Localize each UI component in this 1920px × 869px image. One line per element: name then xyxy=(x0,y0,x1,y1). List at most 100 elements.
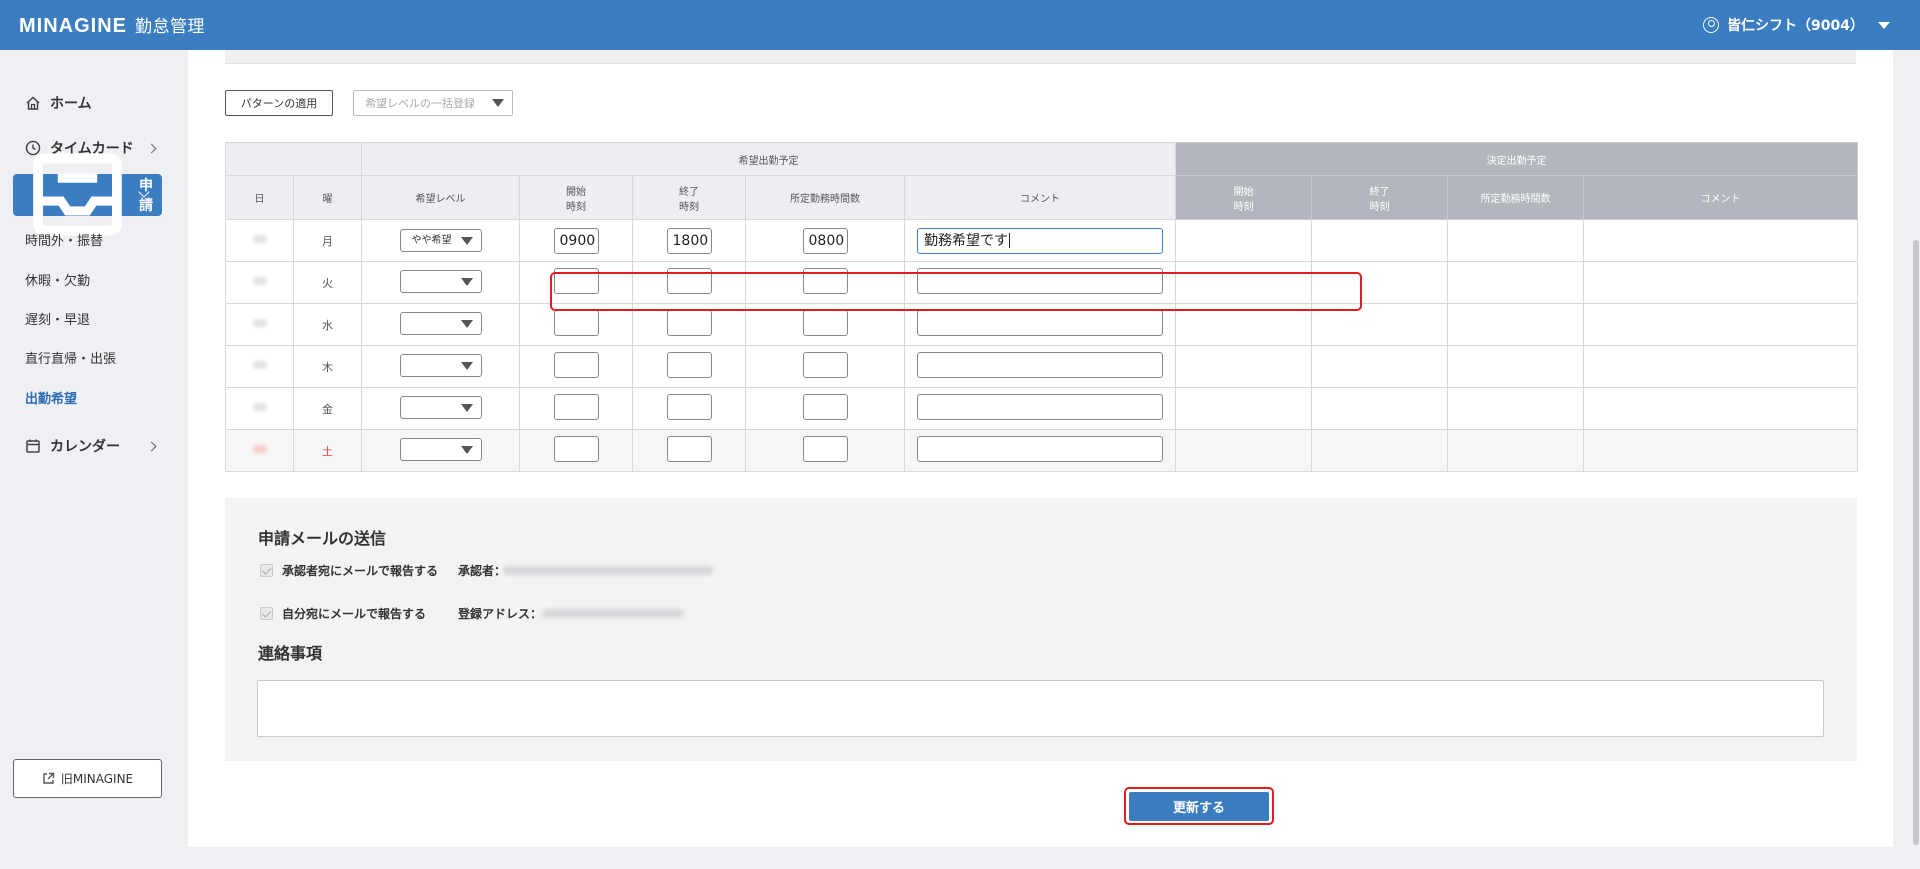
comment-input[interactable] xyxy=(917,268,1164,294)
end-cell xyxy=(632,261,746,304)
approver-mail-checkbox[interactable]: 承認者宛にメールで報告する xyxy=(260,562,438,579)
level-select[interactable]: やや希望 xyxy=(399,229,482,252)
shift-wish-table: 希望出勤予定 決定出勤予定 日 曜 希望レベル 開始 時刻 終了 時刻 所定勤務時間… xyxy=(225,142,1859,472)
end-time-input[interactable] xyxy=(666,436,712,462)
hours-input[interactable] xyxy=(802,310,848,336)
col-header-decided-start-line2: 時刻 xyxy=(1233,201,1254,213)
sidebar-item-label: カレンダー xyxy=(50,439,120,455)
start-time-input[interactable] xyxy=(553,394,599,420)
day-blurred xyxy=(252,319,267,327)
end-time-input[interactable] xyxy=(666,394,712,420)
dropdown-arrow-icon xyxy=(460,403,473,412)
level-cell xyxy=(361,387,520,430)
end-time-input[interactable] xyxy=(666,268,712,294)
start-time-input[interactable] xyxy=(553,436,599,462)
end-time-input[interactable] xyxy=(666,310,712,336)
hours-input[interactable] xyxy=(802,268,848,294)
level-select[interactable] xyxy=(399,353,482,377)
comment-input[interactable] xyxy=(917,310,1164,336)
start-cell xyxy=(519,261,633,304)
sidebar-subitem-leave[interactable]: 休暇・欠勤 xyxy=(25,270,90,289)
app-name: 勤怠管理 xyxy=(135,17,205,37)
level-cell xyxy=(361,303,520,346)
level-select[interactable] xyxy=(399,437,482,461)
apply-pattern-button[interactable]: パターンの適用 xyxy=(225,90,333,116)
notes-textarea[interactable] xyxy=(257,680,1824,737)
app-brand[interactable]: MINAGINE 勤怠管理 xyxy=(19,12,205,38)
self-address-blurred xyxy=(542,609,684,618)
level-cell xyxy=(361,429,520,472)
col-header-hours: 所定勤務時間数 xyxy=(745,175,905,220)
sidebar-subitem-direct[interactable]: 直行直帰・出張 xyxy=(25,348,116,367)
end-time-input[interactable] xyxy=(666,352,712,378)
decided-start-cell xyxy=(1175,429,1313,472)
group-header-wish: 希望出勤予定 xyxy=(360,142,1177,176)
hours-cell: 0800 xyxy=(745,219,905,262)
scrollbar-thumb[interactable] xyxy=(1913,240,1919,845)
table-row: 火 xyxy=(225,261,1859,304)
dow-cell: 火 xyxy=(293,261,362,304)
comment-input-value: 勤務希望です xyxy=(924,232,1009,249)
home-icon xyxy=(26,96,40,110)
day-blurred xyxy=(252,235,267,243)
sidebar: ホーム タイムカード 申請 時間外・振替 休暇・欠勤 遅刻・早退 直行直帰・出張… xyxy=(0,50,185,869)
decided-end-cell xyxy=(1311,261,1449,304)
user-menu[interactable]: 皆仁シフト（9004） xyxy=(1703,0,1890,50)
col-header-start-line1: 開始 xyxy=(566,186,586,198)
table-row: 金 xyxy=(225,387,1859,430)
level-select[interactable] xyxy=(399,269,482,293)
main-panel: パターンの適用 希望レベルの一括登録 希望出勤予定 決定出勤予定 日 曜 希望レ… xyxy=(188,50,1893,847)
comment-input[interactable] xyxy=(917,352,1164,378)
logo: MINAGINE xyxy=(19,15,127,37)
dow-cell: 金 xyxy=(293,387,362,430)
hours-input[interactable] xyxy=(802,436,848,462)
day-blurred xyxy=(252,361,267,369)
start-time-input[interactable]: 0900 xyxy=(553,227,599,254)
sidebar-subitem-shift-wish[interactable]: 出勤希望 xyxy=(25,388,77,407)
self-mail-checkbox[interactable]: 自分宛にメールで報告する xyxy=(260,605,426,622)
old-minagine-link[interactable]: 旧MINAGINE xyxy=(13,759,162,798)
day-cell xyxy=(225,303,294,346)
end-cell xyxy=(632,387,746,430)
col-header-end: 終了 時刻 xyxy=(632,175,746,220)
level-select[interactable] xyxy=(399,395,482,419)
hours-input[interactable]: 0800 xyxy=(802,227,848,254)
start-cell xyxy=(519,345,633,388)
dow-cell: 土 xyxy=(293,429,362,472)
update-button[interactable]: 更新する xyxy=(1129,792,1269,821)
col-header-decided-start-line1: 開始 xyxy=(1233,186,1254,198)
hours-input[interactable] xyxy=(802,352,848,378)
approver-label: 承認者： xyxy=(458,564,507,578)
decided-start-cell xyxy=(1175,387,1313,430)
start-time-input[interactable] xyxy=(553,268,599,294)
decided-end-cell xyxy=(1311,303,1449,346)
sidebar-subitem-overtime[interactable]: 時間外・振替 xyxy=(25,230,103,249)
end-time-input[interactable]: 1800 xyxy=(666,227,712,254)
start-cell xyxy=(519,387,633,430)
sidebar-subitem-late[interactable]: 遅刻・早退 xyxy=(25,309,90,328)
comment-cell xyxy=(903,345,1177,388)
start-time-input[interactable] xyxy=(553,310,599,336)
comment-input[interactable]: 勤務希望です xyxy=(917,227,1164,254)
checkbox-icon xyxy=(260,607,273,620)
top-header: MINAGINE 勤怠管理 皆仁シフト（9004） xyxy=(0,0,1920,50)
start-time-input[interactable] xyxy=(553,352,599,378)
sidebar-item-home[interactable]: ホーム xyxy=(25,93,160,113)
bulk-level-select[interactable]: 希望レベルの一括登録 xyxy=(353,90,513,116)
sidebar-item-request[interactable]: 申請 xyxy=(13,153,162,237)
hours-input[interactable] xyxy=(802,394,848,420)
decided-start-cell xyxy=(1175,219,1313,262)
day-cell xyxy=(225,429,294,472)
decided-start-cell xyxy=(1175,303,1313,346)
level-select[interactable] xyxy=(399,311,482,335)
end-cell: 1800 xyxy=(632,219,746,262)
day-cell xyxy=(225,219,294,262)
dropdown-arrow-icon xyxy=(460,361,473,370)
sidebar-item-calendar[interactable]: カレンダー xyxy=(25,436,157,456)
comment-input[interactable] xyxy=(917,436,1164,462)
col-header-decided-end-line1: 終了 xyxy=(1369,186,1390,198)
comment-input[interactable] xyxy=(917,394,1164,420)
day-cell xyxy=(225,345,294,388)
mail-section-title: 申請メールの送信 xyxy=(258,529,387,548)
decided-start-cell xyxy=(1175,261,1313,304)
